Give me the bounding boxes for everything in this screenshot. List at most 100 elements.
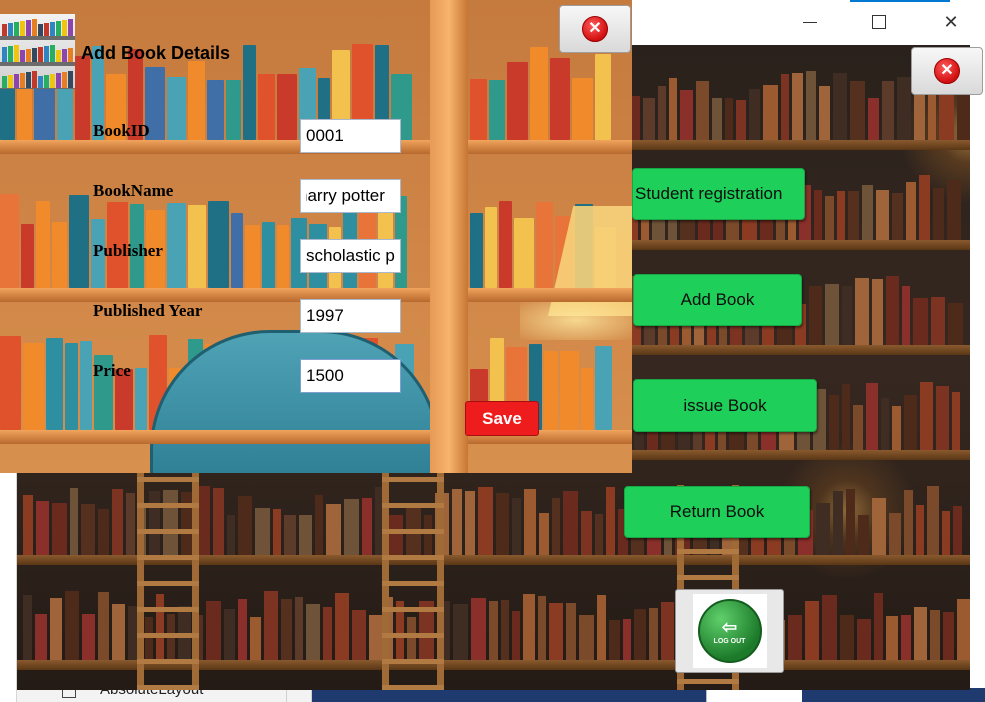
window-close-button[interactable]: ✕: [928, 6, 974, 38]
book-spine: [299, 515, 312, 555]
add-book-button[interactable]: Add Book: [633, 274, 802, 326]
book-spine: [735, 100, 746, 140]
book-spine: [98, 509, 109, 555]
ladder-rung: [137, 503, 199, 508]
book-spine: [344, 499, 359, 555]
book-spine: [916, 505, 924, 555]
main-window-titlebar: ✕: [600, 0, 985, 45]
book-spine: [323, 607, 332, 660]
book-spine: [920, 382, 933, 450]
cartoon-book-spine: [470, 213, 483, 288]
book-spine: [819, 86, 831, 140]
cartoon-book-spine: [485, 207, 497, 288]
ide-tab[interactable]: [706, 688, 802, 702]
book-spine: [862, 185, 873, 240]
publisher-label: Publisher: [93, 241, 163, 260]
book-spine: [606, 487, 615, 555]
cartoon-book-spine: [188, 205, 206, 288]
cartoon-book-spine: [36, 201, 50, 288]
return-book-button[interactable]: Return Book: [624, 486, 810, 538]
book-spine: [595, 514, 603, 555]
book-spine: [512, 498, 521, 555]
issue-book-button[interactable]: issue Book: [633, 379, 817, 432]
bookname-input[interactable]: [300, 179, 401, 213]
save-button[interactable]: Save: [465, 401, 539, 436]
cartoon-book-spine: [245, 225, 260, 288]
book-spine: [224, 609, 235, 660]
book-spine: [837, 191, 845, 240]
student-registration-button[interactable]: Student registration: [632, 168, 805, 220]
cartoon-book-spine: [536, 202, 553, 288]
book-spine: [335, 593, 349, 660]
book-spine: [914, 607, 927, 660]
book-spine: [874, 593, 883, 660]
thumbnail-shelf: [0, 88, 75, 89]
ladder-rung: [137, 685, 199, 690]
book-spine: [724, 98, 733, 140]
book-spine: [281, 599, 292, 660]
book-spine: [881, 398, 889, 450]
bookid-input[interactable]: [300, 119, 401, 153]
add-book-dialog: Add Book Details BookID BookName Publish…: [0, 0, 632, 473]
book-spine: [496, 493, 509, 555]
titlebar-accent: [850, 0, 950, 2]
dialog-close-button[interactable]: ✕: [559, 5, 631, 53]
book-spine: [930, 610, 940, 660]
book-spine: [858, 515, 869, 555]
thumbnail-book: [26, 20, 31, 36]
thumbnail-book: [26, 72, 31, 88]
book-spine: [23, 495, 33, 555]
minimize-button[interactable]: [787, 6, 833, 38]
book-spine: [948, 303, 963, 345]
cartoon-book-spine: [489, 80, 505, 140]
book-spine: [822, 595, 837, 660]
cartoon-book-spine: [69, 195, 89, 288]
main-close-button[interactable]: ✕: [911, 47, 983, 95]
book-spine: [902, 286, 910, 345]
cartoon-book-spine: [52, 222, 67, 288]
book-spine: [284, 515, 296, 555]
published-year-input[interactable]: [300, 299, 401, 333]
book-spine: [198, 486, 210, 555]
cartoon-book-spine: [226, 80, 241, 140]
cartoon-book-spine: [572, 78, 593, 140]
cartoon-book-spine: [499, 201, 512, 288]
cartoon-book-spine: [530, 47, 548, 140]
cartoon-book-spine: [75, 56, 90, 140]
price-input[interactable]: [300, 359, 401, 393]
thumbnail-book: [20, 73, 25, 88]
cartoon-shelf-post: [430, 0, 468, 473]
ladder-rung: [382, 503, 444, 508]
logout-button[interactable]: ⇦ LOG OUT: [675, 589, 784, 673]
ladder-rung: [382, 633, 444, 638]
book-spine: [957, 95, 970, 140]
book-spine: [326, 504, 341, 555]
exit-arrow-icon: ⇦: [721, 616, 738, 637]
book-spine: [471, 598, 486, 660]
book-spine: [897, 77, 912, 140]
thumbnail-book: [20, 21, 25, 36]
book-spine: [35, 614, 47, 660]
book-spine: [840, 615, 854, 660]
cartoon-book-spine: [470, 79, 487, 140]
thumbnail-books: [2, 44, 73, 62]
book-spine: [65, 591, 79, 660]
book-spine: [315, 495, 323, 555]
thumbnail-book: [44, 46, 49, 62]
thumbnail-book: [32, 19, 37, 36]
book-spine: [850, 81, 866, 140]
book-spine: [668, 78, 677, 140]
maximize-icon: [872, 15, 886, 29]
thumbnail-book: [56, 50, 61, 62]
cartoon-book-spine: [207, 80, 224, 140]
publisher-input[interactable]: [300, 239, 401, 273]
cartoon-book-spine: [135, 368, 147, 430]
lamp-glow: [520, 300, 632, 340]
ladder-rung: [137, 529, 199, 534]
book-spine: [842, 384, 850, 450]
book-spine: [112, 604, 125, 660]
book-spine: [250, 617, 261, 660]
maximize-button[interactable]: [856, 6, 902, 38]
book-spine: [825, 284, 839, 345]
ladder-rung: [382, 529, 444, 534]
